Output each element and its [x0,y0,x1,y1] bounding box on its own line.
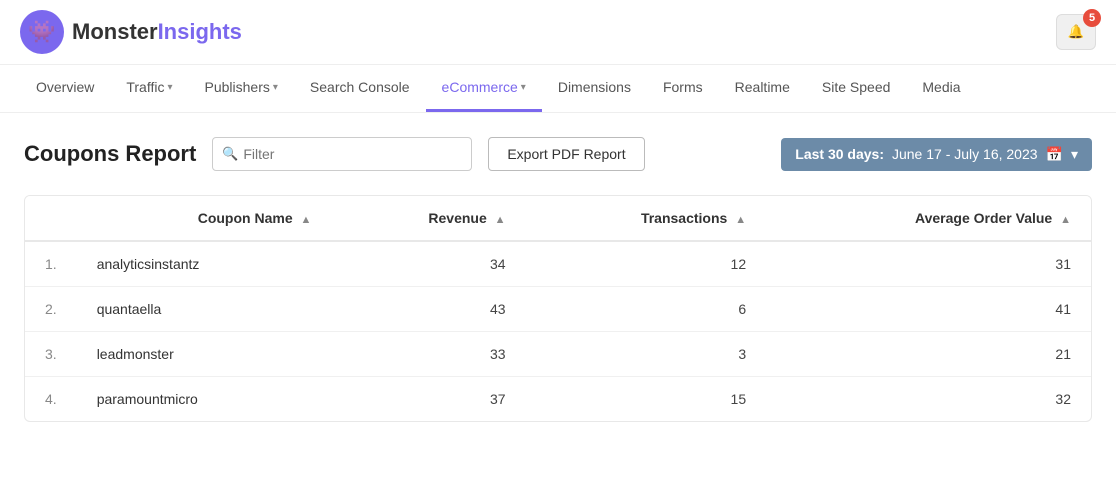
table-row: 3. leadmonster 33 3 21 [25,332,1091,377]
avg-order-cell: 31 [766,241,1091,287]
nav-item-dimensions[interactable]: Dimensions [542,65,647,112]
header-right: 🔔 5 [1056,14,1096,50]
revenue-cell: 33 [331,332,525,377]
transactions-cell: 15 [526,377,767,422]
col-revenue[interactable]: Revenue ▲ [331,196,525,241]
date-bold-label: Last 30 days: [795,146,884,162]
col-transactions[interactable]: Transactions ▲ [526,196,767,241]
table-row: 4. paramountmicro 37 15 32 [25,377,1091,422]
table-body: 1. analyticsinstantz 34 12 31 2. quantae… [25,241,1091,421]
notification-button[interactable]: 🔔 5 [1056,14,1096,50]
nav-label-ecommerce: eCommerce [442,79,518,95]
nav-item-ecommerce[interactable]: eCommerce ▾ [426,65,542,112]
transactions-cell: 6 [526,287,767,332]
nav-label-site-speed: Site Speed [822,79,891,95]
table-row: 2. quantaella 43 6 41 [25,287,1091,332]
sort-asc-icon: ▲ [735,214,746,226]
nav-label-search-console: Search Console [310,79,410,95]
logo-monster: Monster [72,19,158,44]
bell-icon: 🔔 [1068,24,1085,40]
nav-label-publishers: Publishers [205,79,270,95]
revenue-cell: 37 [331,377,525,422]
chevron-down-icon: ▾ [1071,146,1078,163]
table-header: Coupon Name ▲ Revenue ▲ Transactions ▲ A… [25,196,1091,241]
logo-insights: Insights [158,19,242,44]
nav-label-realtime: Realtime [735,79,790,95]
col-transactions-label: Transactions [641,210,727,226]
coupon-name-cell: quantaella [77,287,332,332]
chevron-down-icon: ▾ [273,82,278,93]
nav-label-media: Media [922,79,960,95]
nav-item-traffic[interactable]: Traffic ▾ [110,65,188,112]
col-coupon-label: Coupon Name [198,210,293,226]
report-title: Coupons Report [24,141,196,167]
search-icon: 🔍 [222,146,238,162]
filter-wrapper: 🔍 [212,137,472,171]
avg-order-cell: 41 [766,287,1091,332]
date-range-button[interactable]: Last 30 days: June 17 - July 16, 2023 📅 … [781,138,1092,171]
row-num: 2. [25,287,77,332]
col-num [25,196,77,241]
sort-asc-icon: ▲ [1060,214,1071,226]
revenue-cell: 34 [331,241,525,287]
coupons-table: Coupon Name ▲ Revenue ▲ Transactions ▲ A… [25,196,1091,421]
row-num: 4. [25,377,77,422]
nav-item-publishers[interactable]: Publishers ▾ [189,65,294,112]
chevron-down-icon: ▾ [521,82,526,93]
coupon-name-cell: paramountmicro [77,377,332,422]
coupons-table-wrapper: Coupon Name ▲ Revenue ▲ Transactions ▲ A… [24,195,1092,422]
transactions-cell: 12 [526,241,767,287]
table-row: 1. analyticsinstantz 34 12 31 [25,241,1091,287]
col-avg-label: Average Order Value [915,210,1052,226]
app-header: 👾 MonsterInsights 🔔 5 [0,0,1116,65]
row-num: 1. [25,241,77,287]
main-nav: Overview Traffic ▾ Publishers ▾ Search C… [0,65,1116,113]
nav-label-dimensions: Dimensions [558,79,631,95]
report-header: Coupons Report 🔍 Export PDF Report Last … [24,137,1092,171]
filter-input[interactable] [212,137,472,171]
col-avg-order[interactable]: Average Order Value ▲ [766,196,1091,241]
nav-label-traffic: Traffic [126,79,164,95]
export-label: Export PDF Report [507,146,625,162]
col-coupon-name[interactable]: Coupon Name ▲ [77,196,332,241]
notification-badge: 5 [1083,9,1101,27]
chevron-down-icon: ▾ [167,82,172,93]
main-content: Coupons Report 🔍 Export PDF Report Last … [0,113,1116,446]
nav-label-forms: Forms [663,79,703,95]
logo-emoji: 👾 [28,19,55,45]
nav-item-search-console[interactable]: Search Console [294,65,426,112]
revenue-cell: 43 [331,287,525,332]
logo-text: MonsterInsights [72,19,242,45]
sort-asc-icon: ▲ [301,214,312,226]
nav-label-overview: Overview [36,79,94,95]
nav-item-realtime[interactable]: Realtime [719,65,806,112]
coupon-name-cell: leadmonster [77,332,332,377]
logo-icon: 👾 [20,10,64,54]
nav-item-overview[interactable]: Overview [20,65,110,112]
calendar-icon: 📅 [1046,146,1063,163]
date-range-label: June 17 - July 16, 2023 [892,146,1038,162]
col-revenue-label: Revenue [428,210,486,226]
nav-item-forms[interactable]: Forms [647,65,719,112]
transactions-cell: 3 [526,332,767,377]
avg-order-cell: 21 [766,332,1091,377]
export-pdf-button[interactable]: Export PDF Report [488,137,644,171]
avg-order-cell: 32 [766,377,1091,422]
coupon-name-cell: analyticsinstantz [77,241,332,287]
row-num: 3. [25,332,77,377]
logo: 👾 MonsterInsights [20,10,242,54]
nav-item-media[interactable]: Media [906,65,976,112]
sort-asc-icon: ▲ [495,214,506,226]
nav-item-site-speed[interactable]: Site Speed [806,65,907,112]
